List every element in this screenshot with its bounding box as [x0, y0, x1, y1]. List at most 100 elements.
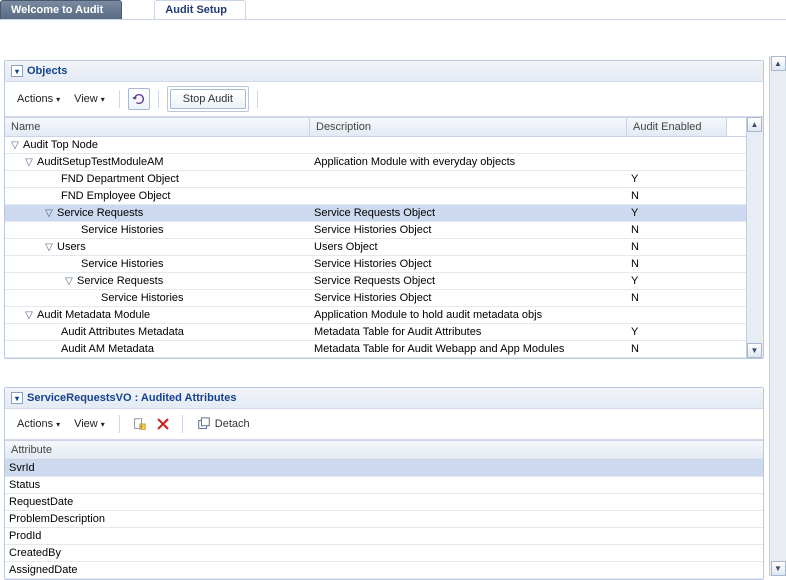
table-row[interactable]: Service HistoriesService Histories Objec… [5, 256, 746, 273]
tree-cell-desc: Service Requests Object [310, 207, 627, 219]
caret-down-icon: ▾ [56, 420, 60, 429]
caret-down-icon: ▾ [101, 95, 105, 104]
attributes-actions-menu[interactable]: Actions ▾ [11, 416, 66, 432]
stop-audit-label: Stop Audit [183, 93, 233, 105]
tree-cell-name: Service Histories [5, 292, 310, 304]
tab-strip [0, 19, 786, 20]
view-label: View [74, 93, 98, 105]
tree-cell-name: FND Department Object [5, 173, 310, 185]
list-item[interactable]: RequestDate [5, 494, 763, 511]
scroll-down-icon[interactable]: ▼ [747, 343, 762, 358]
tree-cell-enabled: Y [627, 173, 727, 185]
objects-scrollbar[interactable]: ▲ ▼ [746, 117, 763, 358]
tree-cell-name: ▽Service Requests [5, 275, 310, 287]
tree-cell-desc: Application Module to hold audit metadat… [310, 309, 627, 321]
collapse-icon[interactable]: ▾ [11, 65, 23, 77]
caret-down-icon: ▾ [101, 420, 105, 429]
view-label: View [74, 418, 98, 430]
tree-cell-enabled: N [627, 241, 727, 253]
col-name[interactable]: Name [5, 118, 310, 136]
new-doc-icon [132, 417, 146, 431]
tree-cell-enabled: N [627, 343, 727, 355]
list-item[interactable]: SvrId [5, 460, 763, 477]
stop-audit-wrap: Stop Audit [167, 86, 249, 112]
tree-cell-desc: Users Object [310, 241, 627, 253]
list-item[interactable]: Status [5, 477, 763, 494]
delete-icon [156, 417, 170, 431]
expand-icon[interactable]: ▽ [11, 140, 19, 151]
list-item[interactable]: CreatedBy [5, 545, 763, 562]
refresh-button[interactable] [128, 88, 150, 110]
tree-cell-name: ▽ AuditSetupTestModuleAM [5, 156, 310, 168]
tab-audit-setup[interactable]: Audit Setup [154, 0, 246, 20]
objects-view-menu[interactable]: View ▾ [68, 91, 111, 107]
list-item[interactable]: AssignedDate [5, 562, 763, 579]
expand-icon[interactable]: ▽ [25, 157, 33, 168]
col-audit-enabled[interactable]: Audit Enabled [627, 118, 727, 136]
tree-node-label: Audit Top Node [23, 139, 98, 151]
tree-cell-name: ▽ Audit Top Node [5, 139, 310, 151]
table-row[interactable]: ▽ AuditSetupTestModuleAM Application Modul… [5, 154, 746, 171]
attributes-toolbar: Actions ▾ View ▾ Detach [5, 409, 763, 440]
tree-cell-name: Service Histories [5, 224, 310, 236]
table-row[interactable]: ▽ Audit Top Node [5, 137, 746, 154]
col-description[interactable]: Description [310, 118, 627, 136]
scroll-up-icon[interactable]: ▲ [747, 117, 762, 132]
tab-welcome-label: Welcome to Audit [11, 4, 103, 16]
table-row[interactable]: FND Employee ObjectN [5, 188, 746, 205]
table-row[interactable]: ▽Audit Metadata ModuleApplication Module… [5, 307, 746, 324]
tree-cell-desc: Service Histories Object [310, 258, 627, 270]
objects-header: ▾ Objects [5, 61, 763, 82]
add-button[interactable] [128, 413, 150, 435]
table-row[interactable]: Audit Attributes MetadataMetadata Table … [5, 324, 746, 341]
table-row[interactable]: ▽ Service Requests Service Requests Object… [5, 205, 746, 222]
objects-table-wrap: Name Description Audit Enabled ▽ Audit To… [5, 117, 763, 358]
attributes-panel: ▾ ServiceRequestsVO : Audited Attributes… [4, 387, 764, 580]
scroll-up-icon[interactable]: ▲ [771, 56, 786, 71]
tree-node-label: Service Histories [101, 292, 184, 304]
table-row[interactable]: Audit AM MetadataMetadata Table for Audi… [5, 341, 746, 358]
tree-node-label: AuditSetupTestModuleAM [37, 156, 164, 168]
tree-cell-desc: Service Histories Object [310, 292, 627, 304]
expand-icon[interactable]: ▽ [45, 242, 53, 253]
table-row[interactable]: ▽Service RequestsService Requests Object… [5, 273, 746, 290]
attributes-title: ServiceRequestsVO : Audited Attributes [27, 392, 236, 404]
tree-cell-enabled: Y [627, 207, 727, 219]
tree-node-label: Service Histories [81, 224, 164, 236]
objects-column-headers: Name Description Audit Enabled [5, 117, 746, 137]
detach-label: Detach [215, 418, 250, 430]
objects-actions-menu[interactable]: Actions ▾ [11, 91, 66, 107]
tree-cell-enabled: Y [627, 326, 727, 338]
list-item[interactable]: ProdId [5, 528, 763, 545]
expand-icon[interactable]: ▽ [25, 310, 33, 321]
stop-audit-button[interactable]: Stop Audit [170, 89, 246, 109]
tree-cell-desc: Application Module with everyday objects [310, 156, 627, 168]
table-row[interactable]: FND Department Object Y [5, 171, 746, 188]
tab-welcome[interactable]: Welcome to Audit [0, 0, 122, 20]
expand-icon[interactable]: ▽ [45, 208, 53, 219]
table-row[interactable]: Service Histories Service Histories Objec… [5, 290, 746, 307]
col-attribute[interactable]: Attribute [5, 440, 763, 460]
delete-button[interactable] [152, 413, 174, 435]
tree-cell-name: FND Employee Object [5, 190, 310, 202]
tree-cell-desc: Metadata Table for Audit Attributes [310, 326, 627, 338]
objects-panel: ▾ Objects Actions ▾ View ▾ Stop Audit [4, 60, 764, 359]
tab-setup-label: Audit Setup [165, 4, 227, 16]
toolbar-separator [119, 415, 120, 433]
expand-icon[interactable]: ▽ [65, 276, 73, 287]
objects-toolbar: Actions ▾ View ▾ Stop Audit [5, 82, 763, 117]
attributes-view-menu[interactable]: View ▾ [68, 416, 111, 432]
list-item[interactable]: ProblemDescription [5, 511, 763, 528]
tree-cell-name: ▽ Service Requests [5, 207, 310, 219]
collapse-icon[interactable]: ▾ [11, 392, 23, 404]
page-scrollbar[interactable]: ▲ ▼ [769, 56, 786, 576]
table-row[interactable]: Service HistoriesService Histories Objec… [5, 222, 746, 239]
table-row[interactable]: ▽UsersUsers ObjectN [5, 239, 746, 256]
tree-node-label: Service Requests [57, 207, 143, 219]
tree-cell-enabled: N [627, 292, 727, 304]
detach-button[interactable]: Detach [191, 415, 256, 433]
toolbar-separator [257, 90, 258, 108]
scroll-down-icon[interactable]: ▼ [771, 561, 786, 576]
tree-node-label: FND Department Object [61, 173, 179, 185]
attributes-header: ▾ ServiceRequestsVO : Audited Attributes [5, 388, 763, 409]
